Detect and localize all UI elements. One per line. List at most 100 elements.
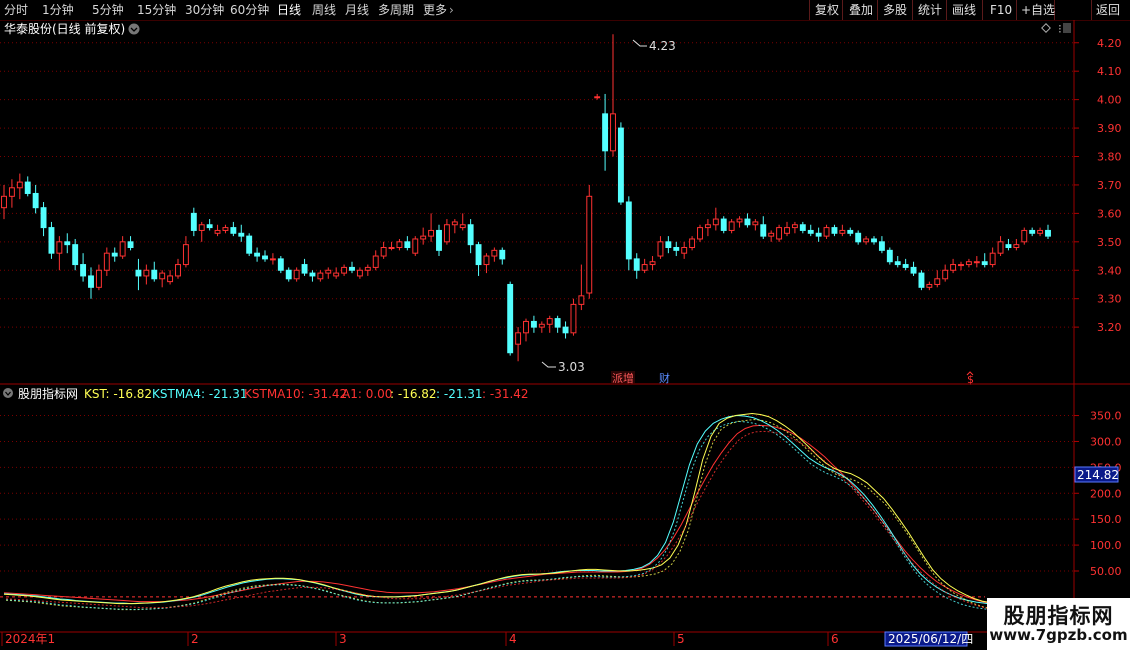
price-axis: 4.20 4.10 4.00 3.90 3.80 3.70 3.60 3.50 3.40 3.30… — [1074, 37, 1122, 334]
candle-down — [665, 241, 672, 248]
candle-up — [388, 247, 395, 249]
candle-up — [926, 283, 933, 288]
chevron-down-icon[interactable] — [128, 23, 140, 35]
scroll-handle[interactable] — [1063, 23, 1071, 33]
candle-up — [1013, 244, 1020, 248]
candle-down — [760, 224, 767, 237]
date-cursor-label: 2025/06/12/四 — [888, 632, 973, 646]
candle-down — [40, 207, 47, 229]
price-tick-label: 3.60 — [1097, 207, 1122, 220]
menu-icon[interactable]: ⁝ — [1058, 22, 1062, 36]
candle-up — [167, 275, 174, 283]
candle-up — [610, 113, 616, 152]
indicator-tick-label: 300.0 — [1090, 435, 1122, 448]
candle-down — [673, 247, 680, 251]
indicator-tick-label: 350.0 — [1090, 410, 1122, 423]
candle-down — [277, 258, 284, 271]
candle-down — [88, 275, 94, 288]
candle-up — [965, 261, 972, 266]
candle-up — [570, 303, 577, 334]
candle-up — [942, 269, 949, 280]
indicator-axis: 350.0300.0250.0200.0150.0100.050.00 — [1074, 410, 1122, 578]
candle-down — [349, 266, 355, 271]
candle-down — [238, 232, 245, 237]
watermark-url: www.7gpzb.com — [989, 626, 1128, 644]
candle-down — [309, 272, 316, 277]
candle-up — [396, 241, 403, 248]
price-tick-label: 4.00 — [1097, 94, 1122, 107]
time-tick-label: 6 — [831, 632, 839, 646]
candle-up — [56, 241, 63, 254]
candle-up — [451, 221, 458, 226]
candle-down — [64, 241, 71, 246]
candle-up — [697, 227, 703, 240]
candle-down — [625, 201, 632, 260]
candle-down — [32, 192, 39, 209]
kline-chart[interactable]: 4.20 4.10 4.00 3.90 3.80 3.70 3.60 3.50 3.40 3.30… — [0, 0, 1130, 650]
candle-down — [111, 252, 118, 257]
candle-up — [420, 235, 427, 240]
finance-label[interactable]: 财 — [659, 371, 670, 385]
diamond-icon[interactable] — [1041, 23, 1051, 33]
price-grid — [0, 42, 1074, 328]
candle-up — [546, 318, 553, 325]
candle-up — [515, 332, 522, 345]
candle-down — [190, 212, 197, 231]
candle-down — [206, 224, 213, 229]
candle-up — [8, 187, 15, 197]
line3-value: : -31.42 — [482, 387, 529, 401]
candle-down — [855, 232, 862, 243]
candle-up — [1037, 229, 1044, 234]
candle-up — [364, 266, 371, 271]
indicator-dotted-line — [5, 420, 1051, 615]
candle-down — [847, 229, 854, 234]
price-tick-label: 3.30 — [1097, 293, 1122, 306]
candle-up — [198, 224, 205, 231]
candle-up — [341, 266, 348, 274]
candle-up — [182, 244, 189, 266]
candle-up — [175, 264, 181, 277]
candle-up — [681, 247, 688, 254]
candle-up — [293, 269, 300, 280]
candle-up — [768, 232, 775, 237]
candle-up — [641, 264, 648, 271]
candle-up — [839, 229, 846, 234]
time-axis: 2024年1 2 3 4 5 6 — [1, 632, 839, 646]
current-value-label: 214.82 — [1077, 468, 1119, 482]
candle-down — [254, 252, 261, 257]
kstma10-value: KSTMA10: -31.42 — [244, 387, 347, 401]
watermark: 股朋指标网 www.7gpzb.com — [987, 598, 1130, 650]
candle-down — [135, 269, 142, 277]
candle-down — [301, 264, 308, 274]
candle-down — [886, 249, 893, 263]
candle-down — [151, 269, 158, 280]
line1-value: : -16.82 — [390, 387, 437, 401]
candle-up — [222, 227, 229, 231]
candle-up — [372, 255, 379, 268]
candle-up — [459, 224, 466, 229]
candle-up — [791, 224, 798, 229]
a1-value: A1: 0.00 — [342, 387, 392, 401]
indicator-dotted-line — [5, 430, 1051, 620]
candle-down — [1005, 244, 1012, 248]
candle-up — [412, 238, 419, 254]
candle-up — [776, 227, 783, 240]
indicator-lines — [3, 412, 1051, 620]
candle-down — [1045, 229, 1051, 237]
candle-up — [1, 195, 7, 209]
candle-down — [285, 269, 292, 280]
candle-down — [981, 261, 988, 266]
indicator-tick-label: 150.0 — [1090, 513, 1122, 526]
candle-up — [657, 241, 664, 257]
low-marker — [541, 361, 556, 368]
time-tick-label: 2 — [191, 632, 199, 646]
low-price-label: 3.03 — [558, 360, 585, 374]
line2-value: : -21.31 — [436, 387, 483, 401]
candle-up — [950, 264, 957, 271]
time-tick-label: 2024年1 — [5, 632, 55, 646]
candle-down — [871, 238, 877, 243]
candle-down — [602, 113, 609, 152]
candle-up — [523, 320, 529, 334]
candle-down — [562, 326, 569, 334]
chevron-down-icon[interactable] — [3, 388, 13, 398]
